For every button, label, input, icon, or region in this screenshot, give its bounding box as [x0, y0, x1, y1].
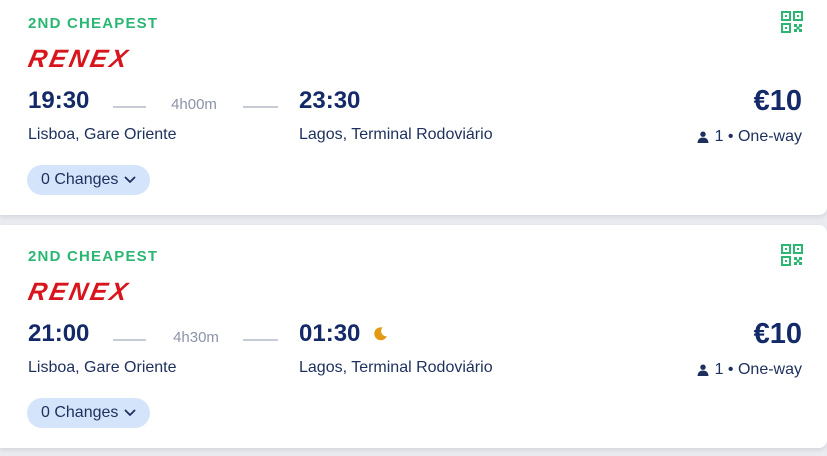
route-line: [243, 106, 278, 108]
trip-duration: 4h30m: [173, 329, 219, 346]
route-line: [113, 106, 146, 108]
trip-card[interactable]: 2ND CHEAPEST RENEX 21:00 4h30m 01:30 Lis…: [0, 225, 827, 448]
changes-toggle-button[interactable]: 0 Changes: [27, 165, 151, 195]
changes-label: 0 Changes: [41, 404, 119, 421]
passenger-info: 1 • One-way: [697, 361, 802, 379]
arrival-station: Lagos, Terminal Rodoviário: [299, 359, 493, 376]
qr-code-icon[interactable]: [781, 244, 803, 266]
cheapest-badge: 2ND CHEAPEST: [28, 248, 159, 265]
route-line: [113, 339, 146, 341]
trip-card[interactable]: 2ND CHEAPEST RENEX 19:30 4h00m 23:30 Lis…: [0, 0, 827, 215]
trip-price: €10: [753, 85, 802, 117]
trip-price: €10: [753, 318, 802, 350]
arrival-time-group: 23:30: [299, 87, 360, 115]
passenger-info: 1 • One-way: [697, 128, 802, 146]
moon-icon: [372, 326, 388, 342]
arrival-time-group: 01:30: [299, 320, 388, 348]
cheapest-badge: 2ND CHEAPEST: [28, 15, 159, 32]
departure-time: 19:30: [28, 87, 90, 114]
trip-duration: 4h00m: [171, 96, 217, 113]
passenger-count: 1 • One-way: [714, 128, 802, 145]
route-line: [243, 339, 278, 341]
operator-logo: RENEX: [26, 277, 138, 307]
departure-station: Lisboa, Gare Oriente: [28, 126, 177, 143]
passenger-count: 1 • One-way: [714, 361, 802, 378]
operator-logo-text: RENEX: [26, 278, 133, 306]
qr-code-icon[interactable]: [781, 11, 803, 33]
operator-logo-text: RENEX: [26, 45, 133, 73]
changes-toggle-button[interactable]: 0 Changes: [27, 398, 151, 428]
arrival-time: 01:30: [299, 320, 361, 347]
departure-station: Lisboa, Gare Oriente: [28, 359, 177, 376]
arrival-station: Lagos, Terminal Rodoviário: [299, 126, 493, 143]
chevron-down-icon: [124, 176, 136, 184]
arrival-time: 23:30: [299, 87, 361, 114]
departure-time: 21:00: [28, 320, 90, 347]
person-icon: [697, 364, 709, 376]
changes-label: 0 Changes: [41, 171, 119, 188]
operator-logo: RENEX: [26, 44, 138, 74]
person-icon: [697, 131, 709, 143]
chevron-down-icon: [124, 409, 136, 417]
